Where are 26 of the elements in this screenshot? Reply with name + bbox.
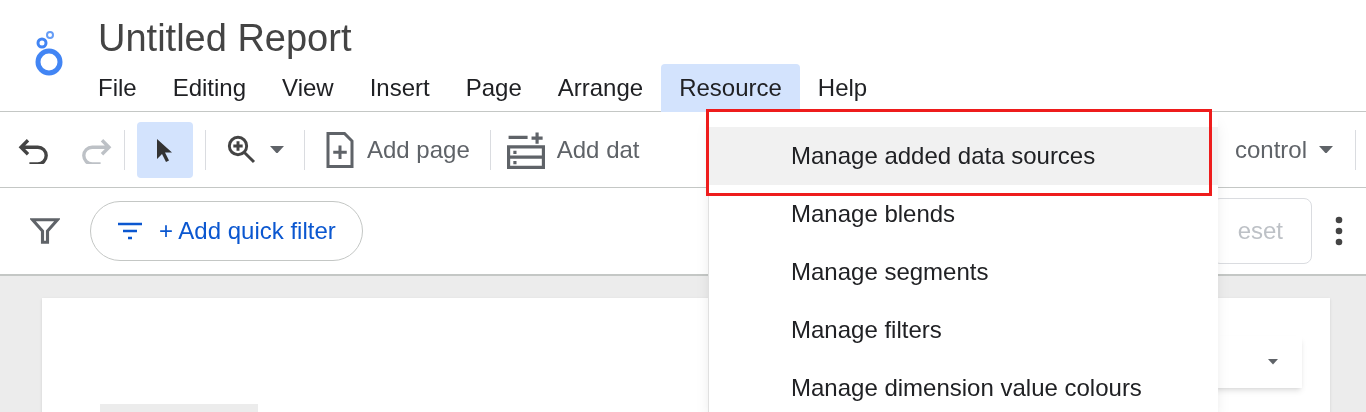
menu-item[interactable]: Help: [799, 64, 886, 112]
caret-icon: [1268, 359, 1278, 365]
menu-item[interactable]: Page: [447, 64, 540, 112]
menu-option[interactable]: Manage added data sources: [709, 127, 1218, 185]
add-data-icon: [506, 130, 545, 169]
add-data-button[interactable]: Add dat: [502, 130, 644, 169]
more-vertical-icon[interactable]: [1334, 216, 1344, 246]
add-page-icon: [325, 131, 355, 168]
filter-list-icon: [117, 222, 143, 240]
select-tool[interactable]: [137, 121, 193, 178]
menu-item[interactable]: Resource: [661, 64, 800, 112]
control-button[interactable]: control: [1234, 131, 1333, 168]
add-quick-filter-button[interactable]: + Add quick filter: [90, 201, 363, 261]
menu-option[interactable]: Manage dimension value colours: [709, 359, 1218, 412]
menu-option[interactable]: Manage filters: [709, 301, 1218, 359]
menu-item[interactable]: Editing: [154, 64, 265, 112]
report-title[interactable]: Untitled Report: [98, 14, 886, 62]
menu-item[interactable]: Insert: [351, 64, 448, 112]
zoom-in-icon: [226, 133, 258, 166]
caret-icon: [1319, 145, 1333, 154]
add-page-button[interactable]: Add page: [317, 131, 478, 168]
filter-icon[interactable]: [30, 216, 60, 246]
caret-icon: [270, 145, 284, 154]
menu-item[interactable]: File: [80, 64, 155, 112]
menu-item[interactable]: Arrange: [539, 64, 662, 112]
menu-item[interactable]: View: [264, 64, 352, 112]
